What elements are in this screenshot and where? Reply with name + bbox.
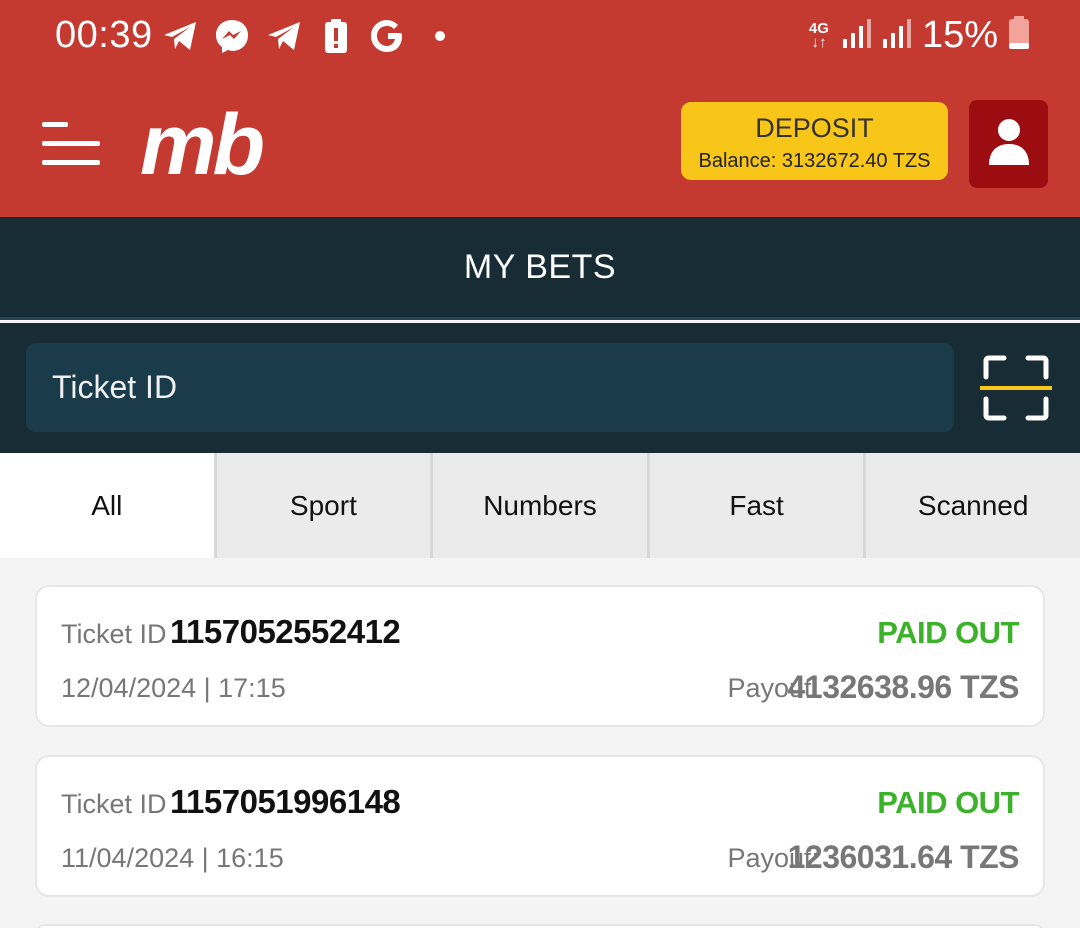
ticket-status: PAID OUT [877, 615, 1019, 650]
user-icon [988, 118, 1030, 171]
ticket-status: PAID OUT [877, 785, 1019, 820]
ticket-id-value: 1157051996148 [170, 783, 401, 820]
ticket-id-input[interactable] [26, 343, 954, 432]
network-type: 4G ↓↑ [808, 19, 829, 51]
bet-type-tabs: All Sport Numbers Fast Scanned [0, 453, 1080, 558]
status-right: 4G ↓↑ 15% [806, 14, 1030, 57]
tab-sport[interactable]: Sport [217, 453, 434, 558]
ticket-card[interactable]: Ticket ID 1157052552412 12/04/2024 | 17:… [35, 585, 1045, 727]
messenger-icon [212, 16, 252, 56]
signal-icon [882, 17, 912, 54]
search-row [0, 323, 1080, 453]
profile-button[interactable] [969, 100, 1048, 188]
app-logo[interactable]: mb [140, 96, 265, 195]
menu-icon[interactable] [42, 122, 100, 166]
ticket-card[interactable] [35, 924, 1045, 928]
battery-alert-icon [316, 16, 356, 56]
app-header: mb DEPOSIT Balance: 3132672.40 TZS [0, 74, 1080, 217]
page-title: MY BETS [463, 247, 617, 286]
ticket-id-value: 1157052552412 [170, 613, 401, 650]
battery-percent: 15% [921, 14, 998, 56]
payout-value: 4132638.96 TZS [787, 669, 1020, 705]
ticket-id-label: Ticket ID [61, 789, 167, 819]
tab-numbers[interactable]: Numbers [433, 453, 650, 558]
ticket-id-label: Ticket ID [61, 619, 167, 649]
scan-icon [978, 355, 1054, 425]
telegram-icon [160, 16, 200, 56]
telegram-icon [264, 16, 304, 56]
deposit-button[interactable]: DEPOSIT Balance: 3132672.40 TZS [681, 102, 948, 180]
status-time: 00:39 [55, 14, 153, 56]
ticket-date: 12/04/2024 | 17:15 [61, 673, 286, 703]
notification-icons [160, 16, 460, 56]
notification-dot-icon [420, 16, 460, 56]
balance-text: Balance: 3132672.40 TZS [698, 150, 931, 172]
google-icon [368, 16, 408, 56]
tab-all[interactable]: All [0, 453, 217, 558]
signal-icon [842, 17, 872, 54]
page-title-bar: MY BETS [0, 217, 1080, 320]
scan-button[interactable] [978, 355, 1054, 421]
payout-value: 1236031.64 TZS [787, 839, 1020, 875]
status-bar: 00:39 4G ↓↑ 15% [0, 0, 1080, 74]
ticket-card[interactable]: Ticket ID 1157051996148 11/04/2024 | 16:… [35, 755, 1045, 897]
battery-icon [1008, 16, 1030, 55]
tab-scanned[interactable]: Scanned [866, 453, 1080, 558]
ticket-date: 11/04/2024 | 16:15 [61, 843, 284, 873]
deposit-label: DEPOSIT [755, 113, 874, 143]
tab-fast[interactable]: Fast [650, 453, 867, 558]
